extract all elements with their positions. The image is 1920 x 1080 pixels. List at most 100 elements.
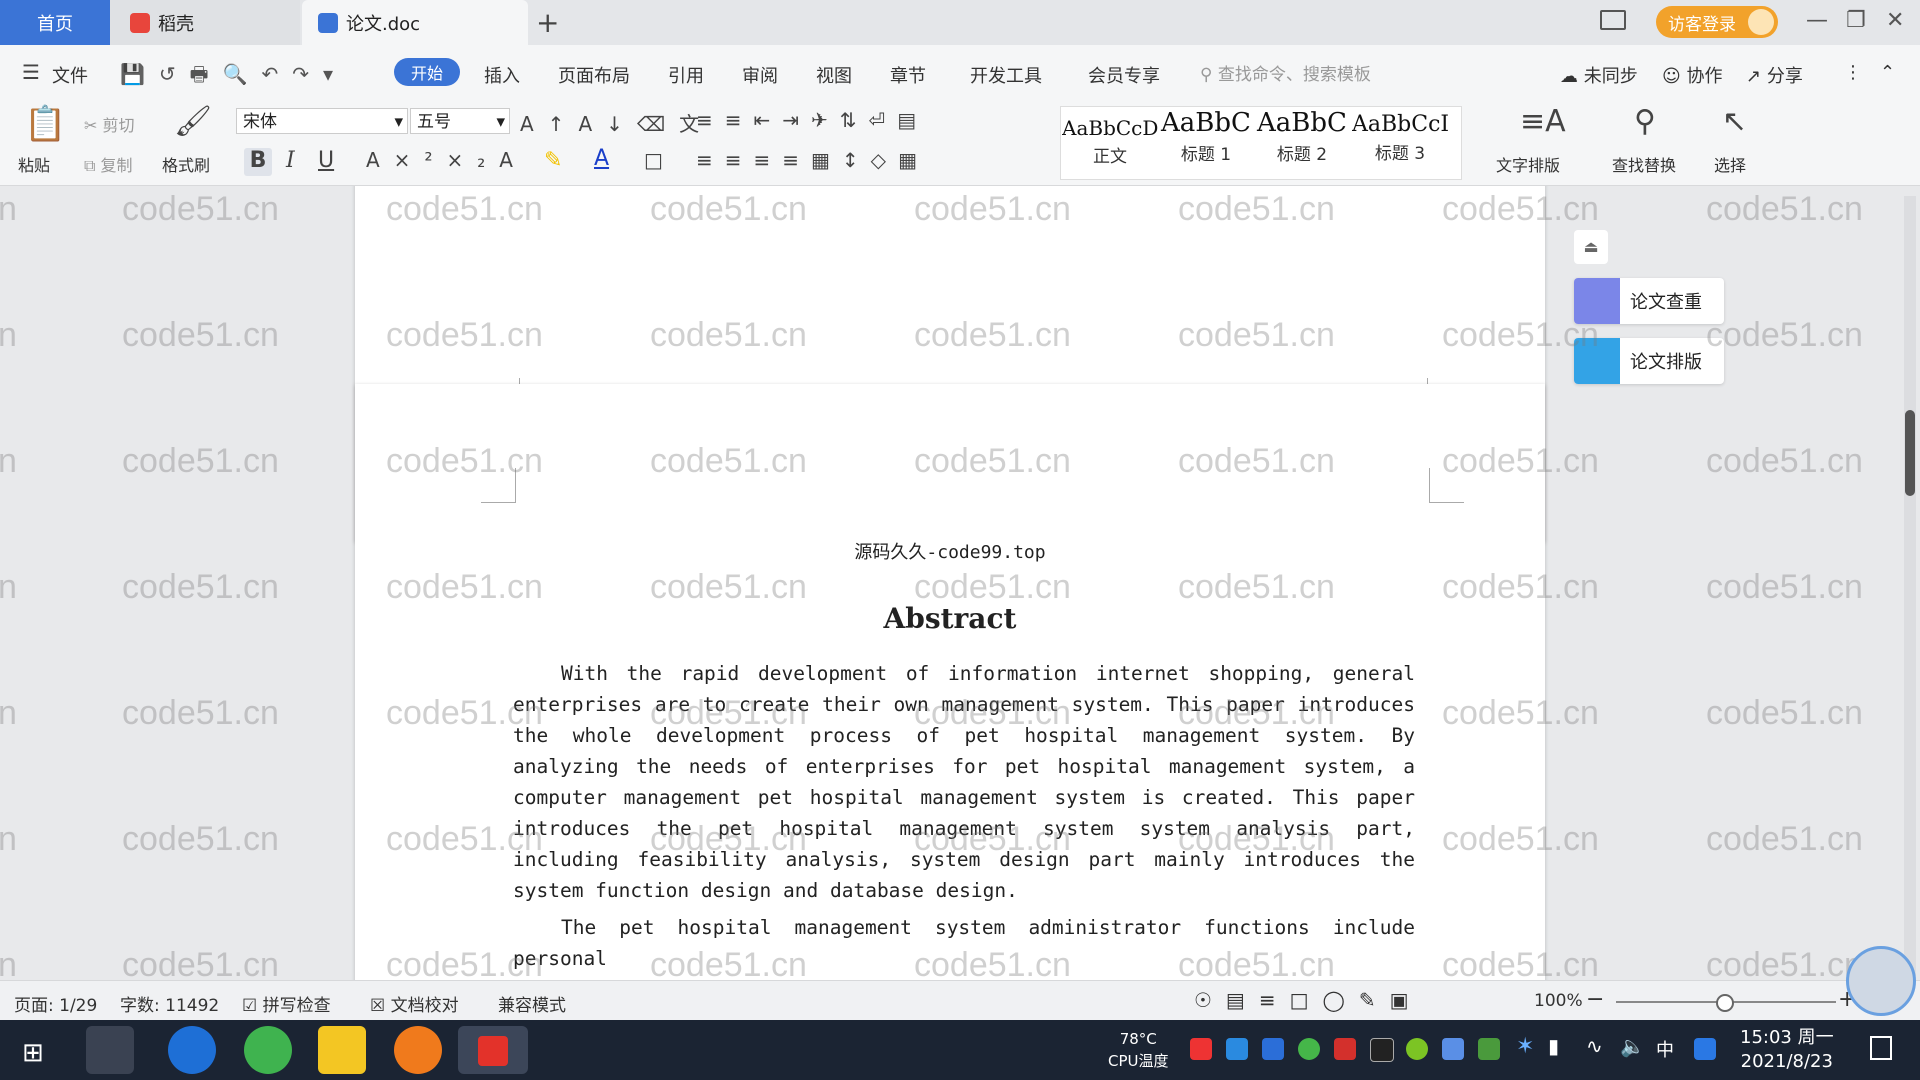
select-button[interactable]: 选择 [1714, 152, 1746, 176]
cloud-icon: ☁ [1560, 66, 1578, 87]
system-clock[interactable]: 15:03 周一 2021/8/23 [1740, 1026, 1834, 1074]
word-count[interactable]: 字数: 11492 [120, 991, 219, 1016]
paste-label[interactable]: 粘贴 [18, 152, 50, 176]
menu-page-layout[interactable]: 页面布局 [558, 62, 630, 88]
assistant-avatar[interactable] [1846, 946, 1916, 1016]
browser-360-icon[interactable] [244, 1026, 292, 1074]
zoom-slider[interactable] [1616, 994, 1836, 1012]
format-painter-icon[interactable]: 🖌 [174, 104, 212, 139]
tray-app-icon[interactable] [1406, 1038, 1428, 1060]
page-indicator[interactable]: 页面: 1/29 [14, 991, 97, 1016]
quick-access-icons[interactable]: 💾↺🖶🔍↶↷▾ [120, 60, 347, 94]
zoom-level[interactable]: 100% [1534, 991, 1583, 1011]
command-search[interactable]: ⚲ 查找命令、搜索模板 [1200, 60, 1371, 85]
format-painter-label[interactable]: 格式刷 [162, 152, 210, 176]
document-canvas[interactable]: 源码久久-code99.top Abstract With the rapid … [0, 186, 1920, 980]
find-replace-button[interactable]: 查找替换 [1612, 152, 1676, 176]
current-page[interactable]: 源码久久-code99.top Abstract With the rapid … [355, 384, 1545, 980]
scrollbar-thumb[interactable] [1905, 410, 1915, 496]
nvidia-icon[interactable] [1478, 1038, 1500, 1060]
menu-review[interactable]: 审阅 [742, 62, 778, 88]
search-icon: ⚲ [1200, 65, 1213, 85]
tray-app-icon[interactable] [1226, 1038, 1248, 1060]
checkbox-icon: ☑ [242, 996, 258, 1016]
tray-app-icon[interactable] [1190, 1038, 1212, 1060]
restore-button[interactable]: ❐ [1846, 8, 1866, 33]
close-window-button[interactable]: ✕ [1886, 8, 1904, 33]
list-indent-icons[interactable]: ≡≡⇤⇥✈⇅⏎▤ [696, 108, 928, 132]
wps-writer-icon[interactable] [458, 1026, 528, 1074]
style-heading-1[interactable]: AaBbC 标题 1 [1158, 108, 1254, 178]
qq-icon[interactable] [1370, 1038, 1394, 1062]
bold-button[interactable]: B [244, 148, 272, 176]
menu-view[interactable]: 视图 [816, 62, 852, 88]
file-explorer-icon[interactable] [318, 1026, 366, 1074]
battery-icon[interactable]: ▮ [1548, 1034, 1559, 1058]
menu-insert[interactable]: 插入 [484, 62, 520, 88]
view-mode-icons[interactable]: ☉▤≡□◯✎▣ [1194, 988, 1423, 1012]
visitor-login-button[interactable]: 访客登录 [1656, 6, 1778, 38]
menu-references[interactable]: 引用 [668, 62, 704, 88]
volume-icon[interactable]: 🔈 [1620, 1034, 1645, 1058]
font-size-adjust-icons[interactable]: A↑A↓⌫文 [520, 108, 713, 137]
collaborate-button[interactable]: ☺ 协作 [1662, 62, 1723, 88]
shield-icon[interactable] [1262, 1038, 1284, 1060]
windows-start-icon[interactable]: ⊞ [22, 1038, 44, 1068]
windows-taskbar: ⊞ 78°C CPU温度 ✶ ▮ ∿ 🔈 中 15:03 周一 2021/8/2… [0, 1020, 1920, 1080]
cpu-temperature[interactable]: 78°C CPU温度 [1108, 1028, 1169, 1072]
menu-chapter[interactable]: 章节 [890, 62, 926, 88]
sync-status[interactable]: ☁ 未同步 [1560, 62, 1638, 88]
menu-member[interactable]: 会员专享 [1088, 62, 1160, 88]
share-button[interactable]: ↗ 分享 [1746, 62, 1803, 88]
text-layout-button[interactable]: 文字排版 [1496, 152, 1560, 176]
tab-daoke[interactable]: 稻壳 [110, 0, 300, 45]
font-color-icon[interactable]: A [594, 146, 609, 171]
tray-app-icon[interactable] [1442, 1038, 1464, 1060]
bluetooth-icon[interactable]: ✶ [1516, 1034, 1534, 1059]
underline-button[interactable]: U [318, 148, 334, 173]
game-app-icon[interactable] [394, 1026, 442, 1074]
style-heading-3[interactable]: AaBbCcI 标题 3 [1352, 108, 1448, 178]
input-method[interactable]: 中 [1656, 1036, 1674, 1062]
menu-start[interactable]: 开始 [394, 58, 460, 86]
alignment-icons[interactable]: ≡≡≡≡▦↕◇▦ [696, 148, 929, 172]
tab-document[interactable]: 论文.doc [302, 0, 528, 45]
collapse-ribbon-icon[interactable]: ⌃ [1880, 62, 1895, 83]
window-layout-icon[interactable] [1600, 10, 1626, 30]
highlight-icon[interactable]: ✎ [544, 148, 562, 173]
tray-app-icon[interactable] [1298, 1038, 1320, 1060]
font-size-select[interactable]: 五号 ▾ [410, 108, 510, 134]
vertical-scrollbar[interactable] [1904, 196, 1916, 976]
hamburger-menu-icon[interactable]: ☰ [22, 60, 40, 84]
new-tab-button[interactable]: + [536, 6, 559, 39]
spell-check-button[interactable]: ☑ 拼写检查 [242, 991, 331, 1016]
char-border-icon[interactable]: □ [644, 148, 663, 172]
chevron-down-icon: ▾ [496, 112, 505, 132]
paste-icon[interactable]: 📋 [24, 104, 66, 144]
italic-button[interactable]: I [286, 148, 295, 173]
ie-browser-icon[interactable] [168, 1026, 216, 1074]
tray-app-icon[interactable] [1334, 1038, 1356, 1060]
side-collapse-icon[interactable]: ⏏ [1574, 230, 1608, 264]
menu-file[interactable]: 文件 [52, 62, 88, 88]
text-effect-icons[interactable]: A×²×₂A [366, 148, 527, 172]
more-options-icon[interactable]: ⋮ [1844, 62, 1862, 83]
proofread-button[interactable]: ☒ 文档校对 [370, 991, 459, 1016]
menu-developer[interactable]: 开发工具 [970, 62, 1042, 88]
wifi-icon[interactable]: ∿ [1586, 1034, 1603, 1058]
style-normal[interactable]: AaBbCcDd 正文 [1062, 108, 1158, 178]
tab-home[interactable]: 首页 [0, 0, 110, 45]
zoom-slider-handle[interactable] [1716, 994, 1734, 1012]
search-tray-icon[interactable] [1694, 1038, 1716, 1060]
paper-check-button[interactable]: 论文查重 [1574, 278, 1724, 324]
copy-button[interactable]: ⧉ 复制 [84, 152, 133, 176]
cut-button[interactable]: ✂ 剪切 [84, 112, 135, 136]
notification-icon[interactable] [1870, 1036, 1892, 1060]
zoom-out-icon[interactable]: − [1586, 987, 1604, 1012]
user-icon: ☺ [1662, 66, 1681, 87]
minimize-button[interactable]: — [1806, 8, 1828, 33]
font-family-select[interactable]: 宋体 ▾ [236, 108, 408, 134]
style-heading-2[interactable]: AaBbC 标题 2 [1254, 108, 1350, 178]
paper-layout-button[interactable]: 论文排版 [1574, 338, 1724, 384]
pinwheel-app-icon[interactable] [86, 1026, 134, 1074]
